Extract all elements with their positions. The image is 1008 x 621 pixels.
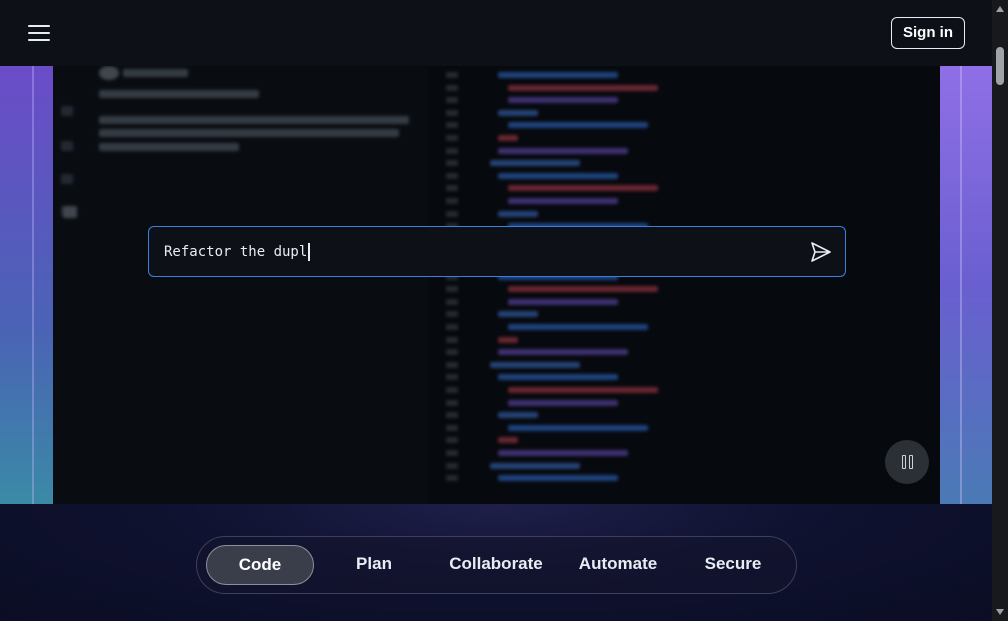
code-token xyxy=(508,399,618,406)
hamburger-icon[interactable] xyxy=(28,25,50,41)
line-number xyxy=(446,72,458,78)
code-token xyxy=(508,298,618,305)
sign-in-button[interactable]: Sign in xyxy=(891,17,965,49)
tab-automate[interactable]: Automate xyxy=(558,545,678,585)
blurred-text xyxy=(99,129,399,137)
send-icon[interactable] xyxy=(809,240,833,264)
code-token xyxy=(498,475,618,482)
code-token xyxy=(498,147,628,154)
demo-stage xyxy=(0,66,992,504)
blurred-text xyxy=(99,116,409,124)
avatar xyxy=(99,66,119,80)
page-scrollbar[interactable] xyxy=(992,0,1008,621)
line-number xyxy=(446,135,458,141)
line-number xyxy=(446,84,458,91)
code-token xyxy=(498,109,538,116)
scroll-up-icon[interactable] xyxy=(996,6,1004,12)
line-number xyxy=(446,387,458,393)
site-header: Sign in xyxy=(0,0,992,66)
line-number xyxy=(446,336,458,343)
code-pane xyxy=(428,66,940,504)
line-number xyxy=(446,424,458,431)
code-token xyxy=(498,374,618,381)
line-number xyxy=(446,210,458,217)
code-token xyxy=(508,122,648,129)
code-token xyxy=(508,84,658,91)
tab-collaborate[interactable]: Collaborate xyxy=(434,545,558,585)
chat-pane xyxy=(53,66,428,504)
code-token xyxy=(508,185,658,192)
line-number xyxy=(446,361,458,368)
feature-tabs: Code Plan Collaborate Automate Secure xyxy=(196,536,797,594)
prompt-input[interactable]: Refactor the dupl xyxy=(148,226,846,277)
chat-tab-icon xyxy=(63,206,77,218)
code-token xyxy=(508,286,658,293)
line-number xyxy=(446,160,458,167)
code-token xyxy=(498,172,618,179)
line-number xyxy=(446,198,458,204)
scroll-down-icon[interactable] xyxy=(996,609,1004,615)
blurred-text xyxy=(99,90,259,98)
pause-icon xyxy=(908,455,913,469)
line-number xyxy=(446,286,458,293)
line-number xyxy=(446,412,458,419)
stage-divider xyxy=(960,66,962,504)
code-token xyxy=(490,462,580,469)
scroll-thumb[interactable] xyxy=(996,47,1004,85)
line-number xyxy=(446,185,458,192)
code-token xyxy=(498,135,518,141)
code-token xyxy=(498,336,518,343)
code-token xyxy=(498,72,618,78)
code-token xyxy=(498,349,628,356)
line-number xyxy=(446,399,458,406)
blurred-editor-preview xyxy=(53,66,940,504)
text-cursor xyxy=(308,242,311,261)
side-tab-icon xyxy=(61,174,73,184)
code-token xyxy=(490,160,580,167)
side-tab-icon xyxy=(61,106,73,116)
line-number xyxy=(446,374,458,381)
line-number xyxy=(446,324,458,330)
line-number xyxy=(446,311,458,318)
side-tab-icon xyxy=(61,141,73,151)
line-number xyxy=(446,475,458,482)
stage-side-glow xyxy=(0,66,53,504)
prompt-text: Refactor the dupl xyxy=(164,243,308,260)
blurred-text xyxy=(123,69,188,77)
line-number xyxy=(446,298,458,305)
stage-divider xyxy=(32,66,34,504)
line-number xyxy=(446,97,458,104)
line-number xyxy=(446,450,458,456)
code-token xyxy=(508,198,618,204)
line-number xyxy=(446,109,458,116)
pause-button[interactable] xyxy=(885,440,929,484)
code-token xyxy=(508,387,658,393)
tab-secure[interactable]: Secure xyxy=(678,545,788,585)
pause-icon xyxy=(901,455,906,469)
line-number xyxy=(446,349,458,356)
line-number xyxy=(446,172,458,179)
blurred-text xyxy=(99,143,239,151)
stage-side-glow xyxy=(940,66,992,504)
tab-code[interactable]: Code xyxy=(206,545,314,585)
tab-plan[interactable]: Plan xyxy=(314,545,434,585)
code-token xyxy=(508,324,648,330)
line-number xyxy=(446,122,458,129)
code-token xyxy=(490,361,580,368)
line-number xyxy=(446,147,458,154)
code-token xyxy=(498,412,538,419)
line-number xyxy=(446,462,458,469)
code-token xyxy=(498,311,538,318)
line-number xyxy=(446,437,458,444)
code-token xyxy=(498,210,538,217)
code-token xyxy=(508,97,618,104)
code-token xyxy=(498,437,518,444)
code-token xyxy=(498,450,628,456)
code-token xyxy=(508,424,648,431)
